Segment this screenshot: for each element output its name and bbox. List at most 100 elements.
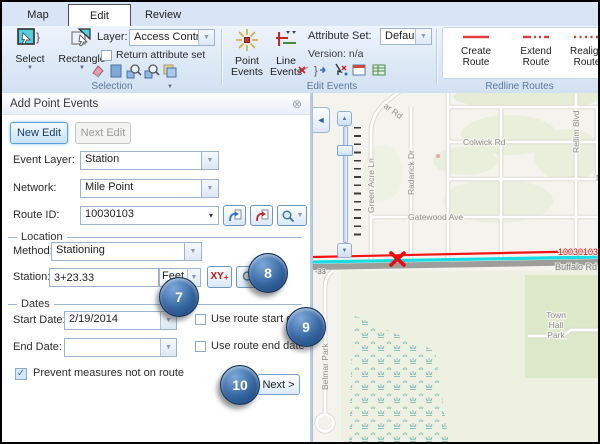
end-date-label: End Date: <box>13 341 62 353</box>
xy-locate-button[interactable]: XY+ <box>207 266 232 288</box>
rectangle-select-icon <box>70 28 94 53</box>
slider-up-icon: ▲ <box>342 116 348 122</box>
event-layer-label: Event Layer: <box>13 154 75 166</box>
clear-selection-icon[interactable] <box>90 63 106 79</box>
zoom-to-selection-icon[interactable] <box>126 63 142 79</box>
collapse-panel-button[interactable]: ◄ <box>313 107 330 133</box>
route-number-label: 10030103 <box>558 247 598 257</box>
next-button[interactable]: Next > <box>257 374 300 395</box>
tab-review[interactable]: Review <box>134 5 192 25</box>
tab-map[interactable]: Map <box>10 5 66 25</box>
slider-down-icon: ▼ <box>342 248 348 254</box>
town-hall-park-label: Town <box>546 310 566 320</box>
attribute-set-arrow-icon[interactable]: ▼ <box>415 29 431 44</box>
network-label: Network: <box>13 182 56 194</box>
redline-route <box>313 251 599 257</box>
ribbon: } Select ▼ Rectangle ▼ Layer: Access Con… <box>2 26 598 94</box>
use-route-end-date-label: Use route end date <box>211 340 305 352</box>
route-id-combobox[interactable]: 10030103 ▾ <box>80 206 219 225</box>
prevent-measures-label: Prevent measures not on route <box>33 367 184 379</box>
start-date-label: Start Date: <box>13 314 66 326</box>
route-search-button[interactable]: ▼ <box>277 205 307 226</box>
rectangle-dropdown-arrow-icon[interactable]: ▼ <box>79 65 85 71</box>
extend-route-button[interactable]: Extend Route <box>508 32 564 68</box>
map-viewport[interactable]: ar Rd Colwick Rd Rellim Blvd Green Acre … <box>312 93 599 442</box>
callout-9: 9 <box>286 307 326 347</box>
method-combobox[interactable]: Stationing <box>51 242 185 261</box>
method-arrow-button[interactable]: ▼ <box>185 242 202 261</box>
event-layer-arrow-button[interactable]: ▼ <box>202 151 219 170</box>
point-events-button[interactable]: Point Events <box>228 28 266 78</box>
cul-de-sac <box>317 415 334 432</box>
clear-route-selection-button[interactable] <box>250 205 273 226</box>
return-attribute-set-checkbox[interactable]: ✓ <box>101 50 112 61</box>
start-date-picker[interactable]: 2/19/2014 ▼ <box>64 311 177 330</box>
station-label: Station: <box>13 271 50 283</box>
attribute-set-label: Attribute Set: <box>308 30 372 42</box>
collapse-left-icon: ◄ <box>317 115 326 125</box>
network-arrow-button[interactable]: ▼ <box>202 179 219 198</box>
station-input[interactable]: 3+23.33 <box>49 268 159 287</box>
svg-text:}: } <box>36 30 40 44</box>
zoom-slider-thumb[interactable] <box>337 145 353 156</box>
layer-combobox[interactable]: Access Control ▼ <box>129 29 215 46</box>
road-label: ar Rd <box>382 101 405 121</box>
map-point-marker <box>436 154 440 158</box>
select-button[interactable]: } Select ▼ <box>8 28 52 71</box>
select-tool-icon: } <box>17 28 43 53</box>
close-icon[interactable]: ⊗ <box>292 97 302 111</box>
pan-to-selection-icon[interactable] <box>144 63 160 79</box>
select-dropdown-arrow-icon[interactable]: ▼ <box>27 65 33 71</box>
select-route-red-icon <box>254 208 269 223</box>
tab-edit[interactable]: Edit <box>68 4 131 27</box>
magnifier-icon <box>281 209 295 223</box>
use-route-start-date-checkbox[interactable]: ✓ <box>195 314 206 325</box>
road-label: Colwick Rd <box>463 137 506 147</box>
version-label: Version: n/a <box>308 48 363 60</box>
return-attribute-set-label: Return attribute set <box>116 49 205 61</box>
move-event-icon[interactable] <box>333 62 349 78</box>
merge-events-icon[interactable]: } <box>313 62 329 78</box>
new-edit-button[interactable]: New Edit <box>10 122 68 144</box>
panel-title: Add Point Events <box>10 98 98 110</box>
redline-routes-group-label: Redline Routes <box>452 81 587 92</box>
callout-10: 10 <box>220 365 260 405</box>
zoom-slider-track[interactable] <box>343 126 348 243</box>
road-label: Green Acre Ln <box>366 158 376 213</box>
next-edit-button[interactable]: Next Edit <box>75 122 131 144</box>
route-id-arrow-icon[interactable]: ▾ <box>204 207 218 224</box>
group-divider <box>221 29 222 85</box>
use-route-end-date-checkbox[interactable]: ✓ <box>195 341 206 352</box>
delete-event-icon[interactable] <box>295 62 311 78</box>
event-table-icon[interactable] <box>371 62 387 78</box>
layer-dropdown-arrow-icon[interactable]: ▼ <box>198 30 214 45</box>
attribute-set-combobox[interactable]: Default ▼ <box>380 28 432 45</box>
town-hall-park-label: Hall <box>549 320 564 330</box>
event-attributes-window-icon[interactable] <box>351 62 367 78</box>
town-hall-park-label: Park <box>547 330 565 340</box>
point-events-icon <box>235 28 259 55</box>
select-all-icon[interactable] <box>108 63 124 79</box>
ribbon-tab-strip: Map Edit Review <box>2 2 598 27</box>
road-label: Belmar Park <box>320 342 330 390</box>
app-window: Map Edit Review } Select ▼ <box>0 0 600 444</box>
select-route-on-map-button[interactable] <box>223 205 246 226</box>
zoom-out-button[interactable]: ▼ <box>337 243 352 258</box>
realign-route-button[interactable]: Realign Route <box>566 32 600 68</box>
prevent-measures-checkbox[interactable]: ✓ <box>15 368 27 380</box>
create-route-button[interactable]: Create Route <box>447 32 505 68</box>
zoom-in-button[interactable]: ▲ <box>337 111 352 126</box>
selectable-layers-icon[interactable]: ▼ <box>162 63 178 79</box>
network-combobox[interactable]: Mile Point <box>80 179 202 198</box>
event-layer-combobox[interactable]: Station <box>80 151 202 170</box>
park-area <box>433 147 497 175</box>
method-label: Method: <box>13 245 53 257</box>
panel-header: Add Point Events ⊗ <box>2 93 310 115</box>
end-date-picker[interactable]: ▼ <box>64 338 177 357</box>
park-area <box>534 129 599 181</box>
zoom-slider-ticks <box>354 127 361 241</box>
road-label: Gatewood Ave <box>408 212 463 222</box>
extend-route-icon <box>521 32 551 45</box>
end-date-arrow-icon[interactable]: ▼ <box>160 339 176 356</box>
group-divider <box>436 29 437 85</box>
